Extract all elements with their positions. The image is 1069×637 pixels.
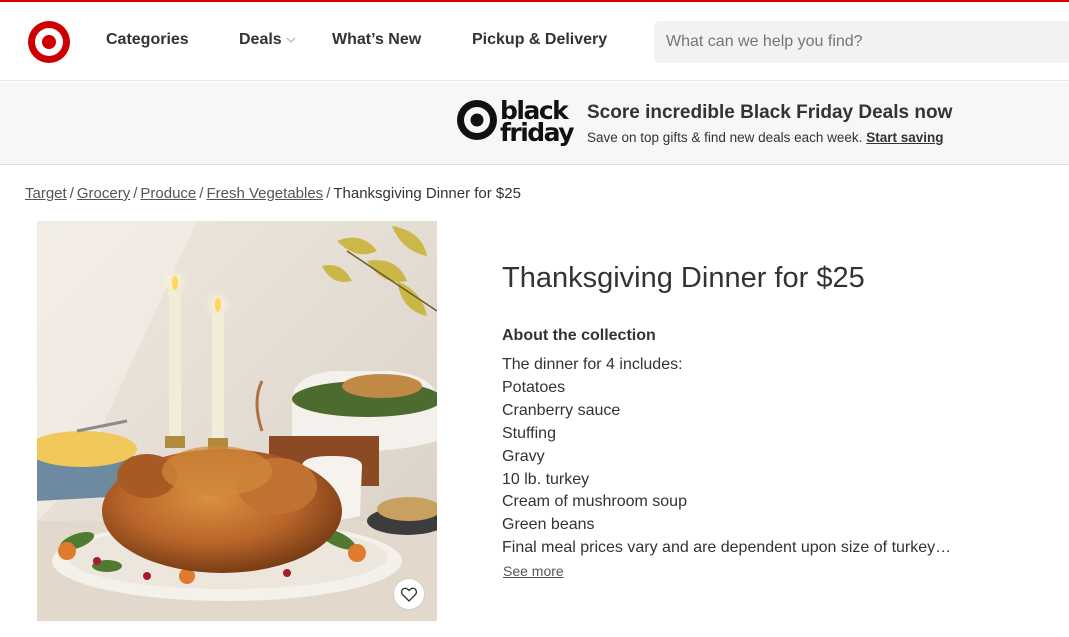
product-hero-image[interactable] — [37, 221, 437, 621]
description-line: Cream of mushroom soup — [502, 493, 687, 511]
page-title: Thanksgiving Dinner for $25 — [502, 262, 865, 294]
banner-title: Score incredible Black Friday Deals now — [587, 102, 953, 123]
description-line: The dinner for 4 includes: — [502, 356, 683, 373]
description-line: Potatoes — [502, 378, 566, 396]
breadcrumb-link-target[interactable]: Target — [25, 185, 67, 202]
thanksgiving-table-illustration — [37, 221, 437, 621]
breadcrumb-current: Thanksgiving Dinner for $25 — [333, 185, 521, 202]
black-friday-banner[interactable]: black friday Score incredible Black Frid… — [0, 82, 1069, 165]
description-line: 10 lb. turkey — [502, 470, 590, 488]
description-line: Cranberry sauce — [502, 401, 621, 419]
description-line: Stuffing — [502, 424, 556, 442]
nav-categories[interactable]: Categories — [106, 31, 189, 49]
breadcrumb-separator: / — [133, 185, 138, 202]
breadcrumb-link-grocery[interactable]: Grocery — [77, 185, 130, 202]
breadcrumb-link-produce[interactable]: Produce — [140, 185, 196, 202]
banner-subtitle-text: Save on top gifts & find new deals each … — [587, 130, 863, 145]
description-line: Final meal prices vary and are dependent… — [502, 539, 952, 557]
collection-description: The dinner for 4 includes: Potatoes Cran… — [502, 354, 1022, 560]
banner-subtitle: Save on top gifts & find new deals each … — [587, 130, 943, 145]
breadcrumb-link-fresh-vegetables[interactable]: Fresh Vegetables — [206, 185, 323, 202]
site-header: Categories Deals What’s New Pickup & Del… — [0, 2, 1069, 81]
breadcrumb-separator: / — [69, 185, 74, 202]
nav-deals[interactable]: Deals — [239, 31, 297, 49]
see-more-link[interactable]: See more — [503, 563, 564, 579]
target-logo-icon[interactable] — [27, 20, 71, 64]
search-input[interactable] — [654, 21, 1069, 63]
breadcrumb: Target / Grocery / Produce / Fresh Vegetables /… — [25, 185, 521, 202]
about-heading: About the collection — [502, 327, 656, 344]
breadcrumb-separator: / — [199, 185, 204, 202]
heart-icon — [401, 587, 417, 602]
nav-whats-new[interactable]: What’s New — [332, 31, 421, 49]
nav-deals-label: Deals — [239, 31, 282, 48]
favorite-button[interactable] — [393, 578, 425, 610]
description-line: Green beans — [502, 516, 595, 534]
description-line: Gravy — [502, 447, 545, 465]
black-friday-bullseye-icon — [457, 100, 497, 140]
start-saving-link[interactable]: Start saving — [866, 130, 943, 145]
breadcrumb-separator: / — [326, 185, 331, 202]
nav-pickup-delivery[interactable]: Pickup & Delivery — [472, 31, 607, 49]
black-friday-logo-text-friday: friday — [500, 118, 575, 147]
chevron-down-icon — [286, 37, 296, 43]
